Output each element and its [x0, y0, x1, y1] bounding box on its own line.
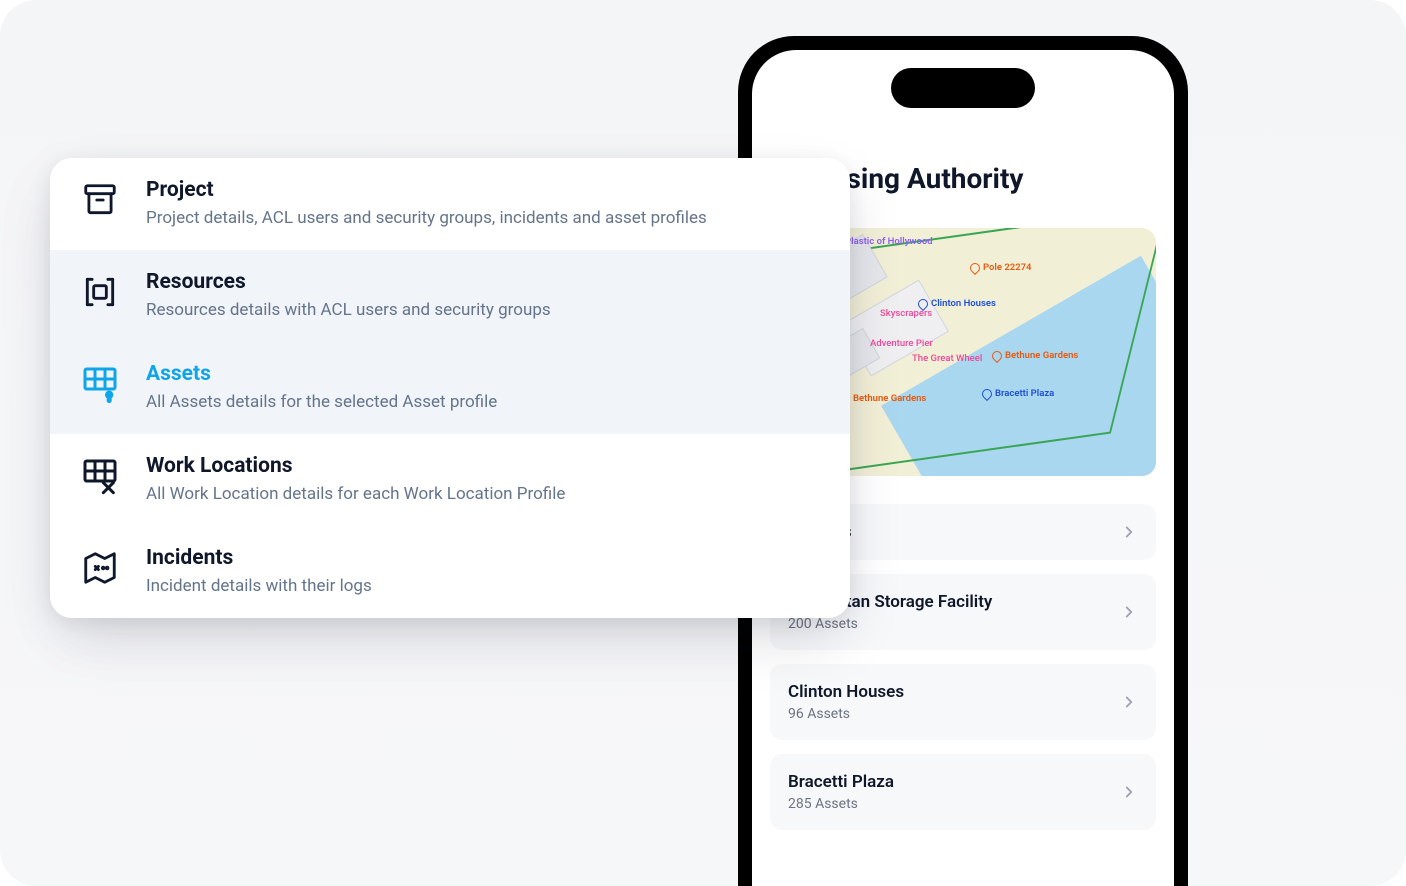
sidebar-item-incidents[interactable]: Incidents Incident details with their lo… — [50, 526, 850, 618]
chevron-right-icon — [1120, 523, 1138, 541]
map-label-poi: The Great Wheel — [912, 353, 982, 364]
sidebar-item-desc: All Assets details for the selected Asse… — [146, 392, 497, 412]
asset-card-title: Bracetti Plaza — [788, 772, 894, 792]
map-label-bethune-gardens[interactable]: Bethune Gardens — [840, 393, 926, 404]
sidebar-item-title: Assets — [146, 362, 497, 386]
asset-card[interactable]: Clinton Houses 96 Assets — [770, 664, 1156, 740]
chevron-right-icon — [1120, 783, 1138, 801]
grid-tools-icon — [78, 454, 122, 498]
asset-grid-pin-icon — [78, 362, 122, 406]
asset-card[interactable]: Bracetti Plaza 285 Assets — [770, 754, 1156, 830]
archive-icon — [78, 178, 122, 222]
asset-card-title: Clinton Houses — [788, 682, 904, 702]
map-label-bethune-gardens[interactable]: Bethune Gardens — [992, 350, 1078, 361]
sidebar-item-title: Incidents — [146, 546, 372, 570]
sidebar-item-desc: Resources details with ACL users and sec… — [146, 300, 551, 320]
sidebar-item-title: Work Locations — [146, 454, 565, 478]
sidebar-item-title: Project — [146, 178, 707, 202]
asset-card-subtitle: 96 Assets — [788, 706, 904, 722]
phone-notch — [891, 68, 1035, 108]
map-label-bracetti-plaza[interactable]: Bracetti Plaza — [982, 388, 1054, 399]
sidebar-item-work-locations[interactable]: Work Locations All Work Location details… — [50, 434, 850, 526]
chevron-right-icon — [1120, 693, 1138, 711]
sidebar-item-desc: Project details, ACL users and security … — [146, 208, 707, 228]
showcase-stage: C Housing Authority hattan AA Plastic of… — [0, 0, 1406, 886]
resources-icon — [78, 270, 122, 314]
asset-card-subtitle: 200 Assets — [788, 616, 992, 632]
sidebar-item-assets[interactable]: Assets All Assets details for the select… — [50, 342, 850, 434]
sidebar-item-resources[interactable]: Resources Resources details with ACL use… — [50, 250, 850, 342]
sidebar-item-desc: Incident details with their logs — [146, 576, 372, 596]
map-label-poi: Skyscrapers — [880, 308, 932, 319]
map-label-poi: Adventure Pier — [870, 338, 933, 349]
sidebar-item-project[interactable]: Project Project details, ACL users and s… — [50, 158, 850, 250]
sidebar-item-title: Resources — [146, 270, 551, 294]
chevron-right-icon — [1120, 603, 1138, 621]
asset-card-subtitle: 285 Assets — [788, 796, 894, 812]
map-label-pole[interactable]: Pole 22274 — [970, 262, 1032, 273]
sidebar-item-desc: All Work Location details for each Work … — [146, 484, 565, 504]
report-type-menu: Project Project details, ACL users and s… — [50, 158, 850, 618]
map-incident-icon — [78, 546, 122, 590]
